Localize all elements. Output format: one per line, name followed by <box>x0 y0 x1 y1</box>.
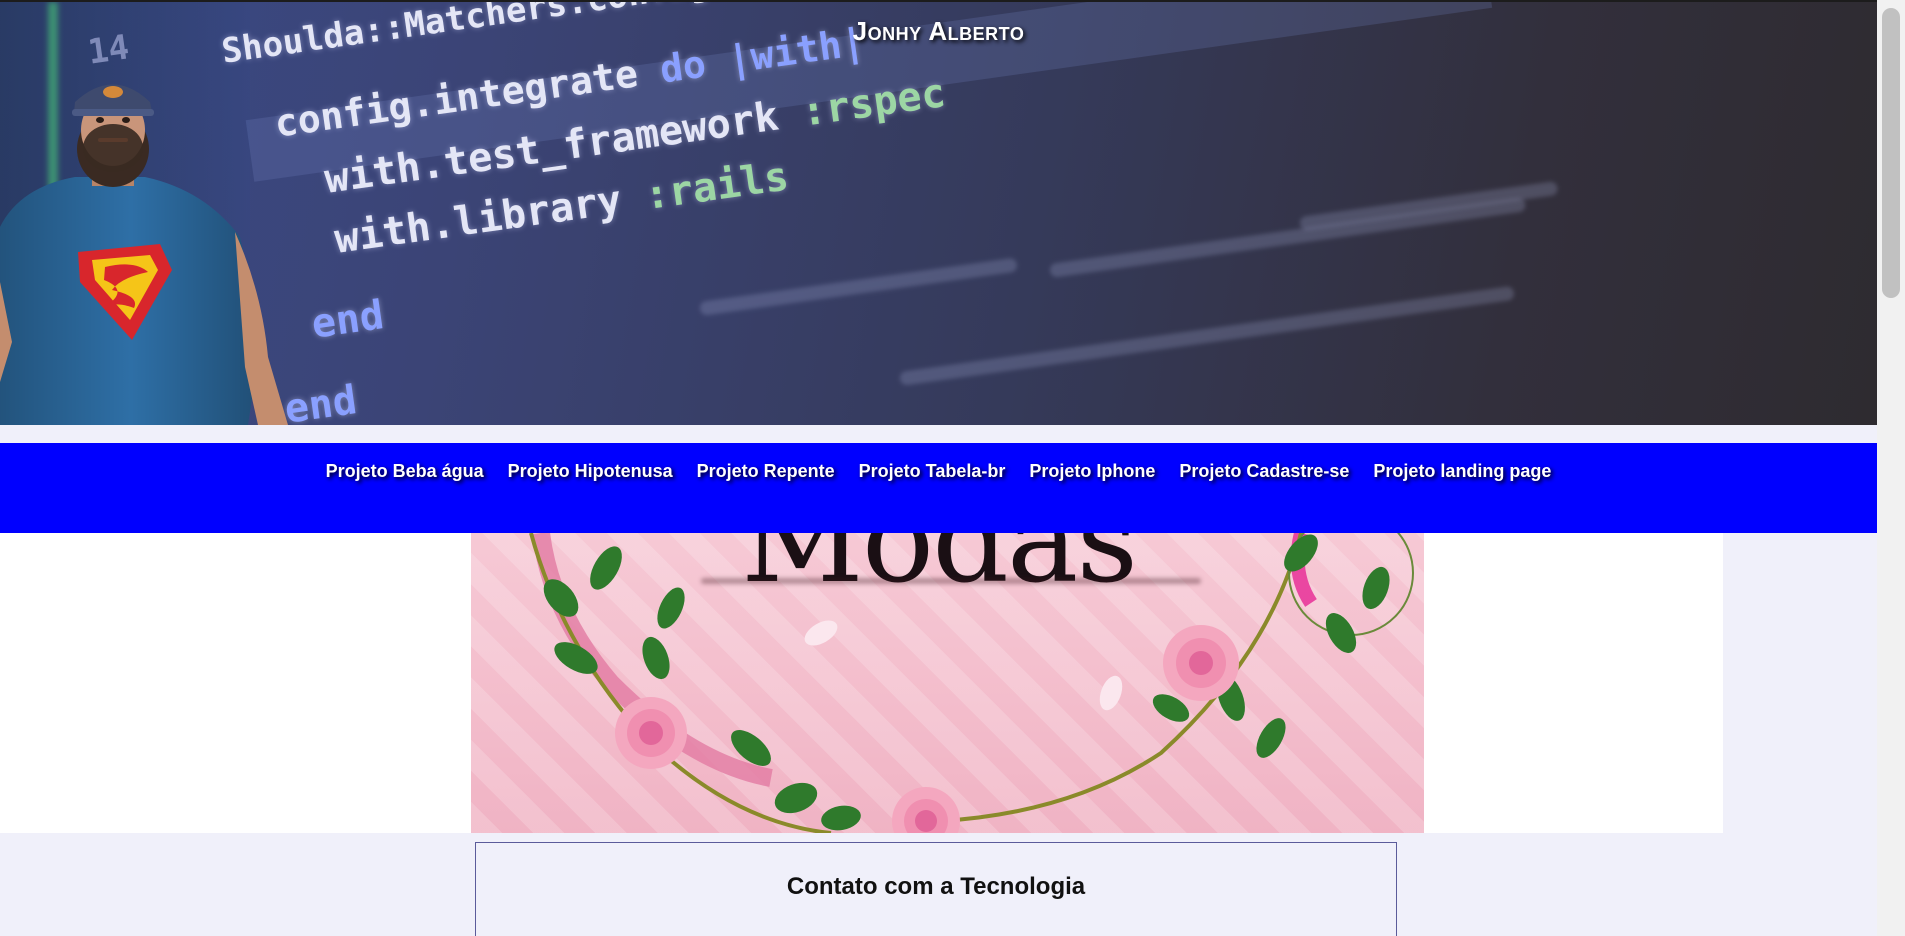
blurred-code-line <box>899 285 1515 386</box>
nav-link-iphone[interactable]: Projeto Iphone <box>1029 461 1155 482</box>
profile-photo <box>0 84 288 425</box>
nav-link-landing-page[interactable]: Projeto landing page <box>1373 461 1551 482</box>
page-scrollbar[interactable] <box>1877 0 1905 936</box>
nav-link-repente[interactable]: Projeto Repente <box>697 461 835 482</box>
main-nav: Projeto Beba água Projeto Hipotenusa Pro… <box>0 443 1877 533</box>
nav-item: Projeto Hipotenusa <box>508 461 673 482</box>
nav-link-hipotenusa[interactable]: Projeto Hipotenusa <box>508 461 673 482</box>
nav-link-beba-agua[interactable]: Projeto Beba água <box>326 461 484 482</box>
code-line: end <box>309 292 387 348</box>
contact-heading: Contato com a Tecnologia <box>786 873 1086 900</box>
nav-link-tabela-br[interactable]: Projeto Tabela-br <box>859 461 1006 482</box>
site-title: Jonhy Alberto <box>852 16 1025 46</box>
code-token: end <box>308 292 387 348</box>
scrollbar-thumb[interactable] <box>1882 8 1900 298</box>
nav-item: Projeto landing page <box>1373 461 1551 482</box>
nav-item: Projeto Beba água <box>326 461 484 482</box>
nav-list: Projeto Beba água Projeto Hipotenusa Pro… <box>0 461 1877 482</box>
floral-wreath-graphic <box>529 533 1414 833</box>
blurred-code-line <box>699 257 1018 316</box>
nav-item: Projeto Cadastre-se <box>1179 461 1349 482</box>
header-banner: 14 Shoulda::Matchers.config config.integr… <box>0 0 1877 425</box>
rose <box>615 697 687 769</box>
blurred-code-line <box>1049 197 1527 278</box>
nav-item: Projeto Tabela-br <box>859 461 1006 482</box>
nav-item: Projeto Iphone <box>1029 461 1155 482</box>
page: 14 Shoulda::Matchers.config config.integr… <box>0 0 1905 936</box>
nav-item: Projeto Repente <box>697 461 835 482</box>
contact-section: Contato com a Tecnologia <box>475 842 1397 936</box>
modas-banner-image: Modas <box>471 533 1424 833</box>
code-token: :rails <box>641 153 792 220</box>
nav-link-cadastre-se[interactable]: Projeto Cadastre-se <box>1179 461 1349 482</box>
